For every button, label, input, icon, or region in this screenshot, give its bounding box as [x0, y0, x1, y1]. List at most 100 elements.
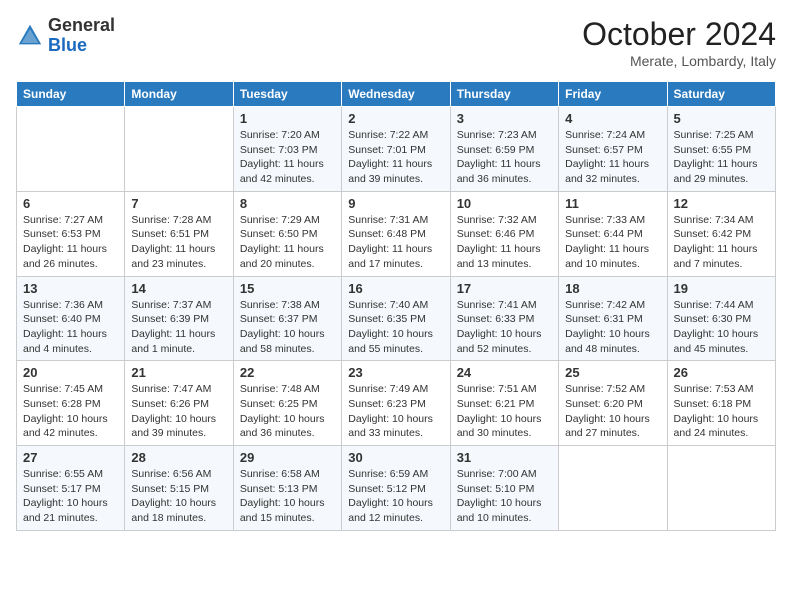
day-number: 31: [457, 450, 552, 465]
day-number: 23: [348, 365, 443, 380]
day-info: Sunrise: 7:51 AM Sunset: 6:21 PM Dayligh…: [457, 382, 552, 441]
day-number: 12: [674, 196, 769, 211]
day-info: Sunrise: 7:38 AM Sunset: 6:37 PM Dayligh…: [240, 298, 335, 357]
day-number: 22: [240, 365, 335, 380]
day-cell: 16Sunrise: 7:40 AM Sunset: 6:35 PM Dayli…: [342, 276, 450, 361]
day-number: 30: [348, 450, 443, 465]
week-row-3: 13 Sunrise: 7:36 AM Sunset: 6:40 PM Dayli…: [17, 276, 776, 361]
logo-general-text: General: [48, 15, 115, 35]
day-number: 2: [348, 111, 443, 126]
day-cell: [17, 107, 125, 192]
day-info: Sunrise: 6:55 AM Sunset: 5:17 PM Dayligh…: [23, 467, 118, 526]
day-info: Sunrise: 7:22 AM Sunset: 7:01 PM Dayligh…: [348, 128, 443, 187]
day-info: Sunrise: 7:34 AM Sunset: 6:42 PM Dayligh…: [674, 213, 769, 272]
day-cell: 28 Sunrise: 6:56 AM Sunset: 5:15 PM Dayli…: [125, 446, 233, 531]
location: Merate, Lombardy, Italy: [582, 53, 776, 69]
day-info: Sunrise: 7:40 AM Sunset: 6:35 PM Dayligh…: [348, 298, 443, 357]
day-info: Sunrise: 7:42 AM Sunset: 6:31 PM Dayligh…: [565, 298, 660, 357]
month-title: October 2024: [582, 16, 776, 53]
day-cell: 14 Sunrise: 7:37 AM Sunset: 6:39 PM Dayli…: [125, 276, 233, 361]
day-info: Sunrise: 7:32 AM Sunset: 6:46 PM Dayligh…: [457, 213, 552, 272]
day-cell: 19 Sunrise: 7:44 AM Sunset: 6:30 PM Dayli…: [667, 276, 775, 361]
day-cell: 27 Sunrise: 6:55 AM Sunset: 5:17 PM Dayli…: [17, 446, 125, 531]
day-cell: 29 Sunrise: 6:58 AM Sunset: 5:13 PM Dayli…: [233, 446, 341, 531]
day-number: 29: [240, 450, 335, 465]
week-row-4: 20 Sunrise: 7:45 AM Sunset: 6:28 PM Dayli…: [17, 361, 776, 446]
day-cell: 5Sunrise: 7:25 AM Sunset: 6:55 PM Daylig…: [667, 107, 775, 192]
day-info: Sunrise: 7:41 AM Sunset: 6:33 PM Dayligh…: [457, 298, 552, 357]
day-number: 3: [457, 111, 552, 126]
day-number: 27: [23, 450, 118, 465]
day-cell: 6 Sunrise: 7:27 AM Sunset: 6:53 PM Daylig…: [17, 191, 125, 276]
week-row-5: 27 Sunrise: 6:55 AM Sunset: 5:17 PM Dayli…: [17, 446, 776, 531]
day-info: Sunrise: 7:23 AM Sunset: 6:59 PM Dayligh…: [457, 128, 552, 187]
day-info: Sunrise: 7:29 AM Sunset: 6:50 PM Dayligh…: [240, 213, 335, 272]
day-info: Sunrise: 7:00 AM Sunset: 5:10 PM Dayligh…: [457, 467, 552, 526]
day-number: 25: [565, 365, 660, 380]
day-number: 28: [131, 450, 226, 465]
day-cell: 11 Sunrise: 7:33 AM Sunset: 6:44 PM Dayli…: [559, 191, 667, 276]
day-cell: 23 Sunrise: 7:49 AM Sunset: 6:23 PM Dayli…: [342, 361, 450, 446]
day-info: Sunrise: 7:48 AM Sunset: 6:25 PM Dayligh…: [240, 382, 335, 441]
day-cell: 3 Sunrise: 7:23 AM Sunset: 6:59 PM Daylig…: [450, 107, 558, 192]
column-header-thursday: Thursday: [450, 82, 558, 107]
week-row-2: 6 Sunrise: 7:27 AM Sunset: 6:53 PM Daylig…: [17, 191, 776, 276]
day-cell: 15Sunrise: 7:38 AM Sunset: 6:37 PM Dayli…: [233, 276, 341, 361]
day-number: 11: [565, 196, 660, 211]
day-cell: 2 Sunrise: 7:22 AM Sunset: 7:01 PM Daylig…: [342, 107, 450, 192]
day-cell: 24 Sunrise: 7:51 AM Sunset: 6:21 PM Dayli…: [450, 361, 558, 446]
day-info: Sunrise: 7:53 AM Sunset: 6:18 PM Dayligh…: [674, 382, 769, 441]
day-info: Sunrise: 7:37 AM Sunset: 6:39 PM Dayligh…: [131, 298, 226, 357]
title-block: October 2024 Merate, Lombardy, Italy: [582, 16, 776, 69]
calendar-header: SundayMondayTuesdayWednesdayThursdayFrid…: [17, 82, 776, 107]
day-info: Sunrise: 7:20 AM Sunset: 7:03 PM Dayligh…: [240, 128, 335, 187]
column-header-wednesday: Wednesday: [342, 82, 450, 107]
day-cell: 26Sunrise: 7:53 AM Sunset: 6:18 PM Dayli…: [667, 361, 775, 446]
day-info: Sunrise: 7:36 AM Sunset: 6:40 PM Dayligh…: [23, 298, 118, 357]
day-info: Sunrise: 6:56 AM Sunset: 5:15 PM Dayligh…: [131, 467, 226, 526]
day-number: 18: [565, 281, 660, 296]
column-header-tuesday: Tuesday: [233, 82, 341, 107]
day-cell: 12 Sunrise: 7:34 AM Sunset: 6:42 PM Dayli…: [667, 191, 775, 276]
day-cell: 25Sunrise: 7:52 AM Sunset: 6:20 PM Dayli…: [559, 361, 667, 446]
column-header-monday: Monday: [125, 82, 233, 107]
calendar-body: 1 Sunrise: 7:20 AM Sunset: 7:03 PM Daylig…: [17, 107, 776, 531]
day-cell: 17Sunrise: 7:41 AM Sunset: 6:33 PM Dayli…: [450, 276, 558, 361]
day-info: Sunrise: 6:58 AM Sunset: 5:13 PM Dayligh…: [240, 467, 335, 526]
logo-icon: [16, 22, 44, 50]
column-header-friday: Friday: [559, 82, 667, 107]
day-cell: 30 Sunrise: 6:59 AM Sunset: 5:12 PM Dayli…: [342, 446, 450, 531]
day-info: Sunrise: 7:25 AM Sunset: 6:55 PM Dayligh…: [674, 128, 769, 187]
day-cell: 22 Sunrise: 7:48 AM Sunset: 6:25 PM Dayli…: [233, 361, 341, 446]
day-cell: 21 Sunrise: 7:47 AM Sunset: 6:26 PM Dayli…: [125, 361, 233, 446]
day-info: Sunrise: 7:44 AM Sunset: 6:30 PM Dayligh…: [674, 298, 769, 357]
logo: General Blue: [16, 16, 115, 56]
day-info: Sunrise: 7:27 AM Sunset: 6:53 PM Dayligh…: [23, 213, 118, 272]
day-number: 14: [131, 281, 226, 296]
day-info: Sunrise: 7:28 AM Sunset: 6:51 PM Dayligh…: [131, 213, 226, 272]
week-row-1: 1 Sunrise: 7:20 AM Sunset: 7:03 PM Daylig…: [17, 107, 776, 192]
day-cell: 4Sunrise: 7:24 AM Sunset: 6:57 PM Daylig…: [559, 107, 667, 192]
day-info: Sunrise: 7:33 AM Sunset: 6:44 PM Dayligh…: [565, 213, 660, 272]
day-number: 21: [131, 365, 226, 380]
day-info: Sunrise: 7:47 AM Sunset: 6:26 PM Dayligh…: [131, 382, 226, 441]
day-number: 7: [131, 196, 226, 211]
day-number: 24: [457, 365, 552, 380]
day-number: 4: [565, 111, 660, 126]
day-number: 19: [674, 281, 769, 296]
day-number: 13: [23, 281, 118, 296]
header-row: SundayMondayTuesdayWednesdayThursdayFrid…: [17, 82, 776, 107]
day-cell: [125, 107, 233, 192]
day-cell: 18 Sunrise: 7:42 AM Sunset: 6:31 PM Dayli…: [559, 276, 667, 361]
calendar-table: SundayMondayTuesdayWednesdayThursdayFrid…: [16, 81, 776, 531]
day-cell: 20 Sunrise: 7:45 AM Sunset: 6:28 PM Dayli…: [17, 361, 125, 446]
day-info: Sunrise: 7:49 AM Sunset: 6:23 PM Dayligh…: [348, 382, 443, 441]
day-info: Sunrise: 6:59 AM Sunset: 5:12 PM Dayligh…: [348, 467, 443, 526]
day-info: Sunrise: 7:45 AM Sunset: 6:28 PM Dayligh…: [23, 382, 118, 441]
day-number: 6: [23, 196, 118, 211]
day-number: 8: [240, 196, 335, 211]
day-number: 20: [23, 365, 118, 380]
day-number: 10: [457, 196, 552, 211]
day-cell: 13 Sunrise: 7:36 AM Sunset: 6:40 PM Dayli…: [17, 276, 125, 361]
day-number: 1: [240, 111, 335, 126]
